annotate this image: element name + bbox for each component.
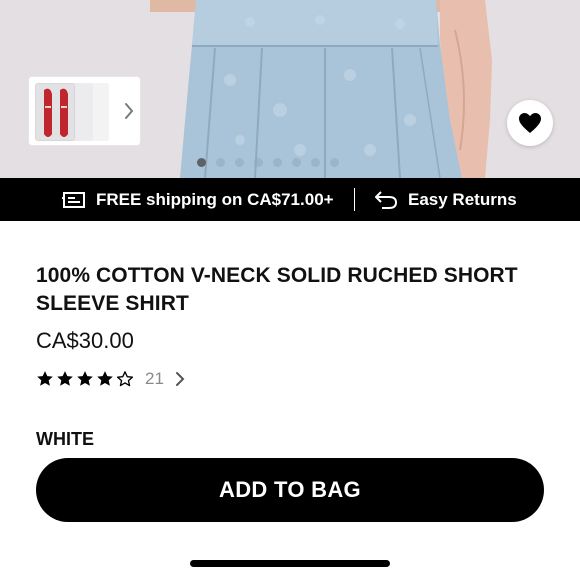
- carousel-dot[interactable]: [254, 157, 263, 167]
- truck-icon: [62, 191, 85, 208]
- return-arrow-icon: [375, 190, 398, 209]
- selected-color-label: WHITE: [36, 429, 94, 449]
- returns-promo[interactable]: Easy Returns: [374, 178, 517, 221]
- home-indicator[interactable]: [190, 560, 390, 567]
- shipping-promo[interactable]: FREE shipping on CA$71.00+: [62, 178, 334, 221]
- star-empty-icon: [116, 371, 134, 387]
- shoe-thumbnail: [44, 88, 68, 137]
- returns-text: Easy Returns: [408, 189, 517, 209]
- product-rating[interactable]: 21: [36, 367, 186, 391]
- star-rating: [36, 370, 134, 388]
- carousel-dot[interactable]: [311, 157, 320, 167]
- carousel-dot[interactable]: [273, 157, 282, 167]
- carousel-dot[interactable]: [292, 157, 301, 167]
- carousel-dots[interactable]: [197, 156, 339, 168]
- favorite-button[interactable]: [507, 100, 553, 146]
- review-count[interactable]: 21: [145, 369, 164, 389]
- add-to-bag-button[interactable]: ADD TO BAG: [36, 458, 544, 522]
- heart-icon: [519, 113, 541, 133]
- thumbnail-strip[interactable]: [28, 76, 141, 146]
- product-price: CA$30.00: [36, 328, 134, 353]
- shipping-text: FREE shipping on CA$71.00+: [96, 189, 334, 209]
- chevron-right-icon[interactable]: [174, 370, 186, 388]
- carousel-dot[interactable]: [216, 157, 225, 167]
- promo-bar: FREE shipping on CA$71.00+ Easy Returns: [0, 178, 580, 221]
- product-image[interactable]: [0, 0, 580, 178]
- carousel-dot[interactable]: [235, 157, 244, 167]
- promo-divider: [354, 188, 355, 211]
- carousel-dot[interactable]: [330, 157, 339, 167]
- thumbnail-1[interactable]: [35, 83, 75, 141]
- star-filled-icon: [57, 371, 73, 386]
- product-title: 100% COTTON V-NECK SOLID RUCHED SHORT SL…: [36, 264, 518, 315]
- star-filled-icon: [97, 371, 113, 386]
- carousel-dot[interactable]: [197, 157, 206, 167]
- star-filled-icon: [77, 371, 93, 386]
- chevron-right-icon[interactable]: [121, 101, 137, 121]
- star-filled-icon: [37, 371, 53, 386]
